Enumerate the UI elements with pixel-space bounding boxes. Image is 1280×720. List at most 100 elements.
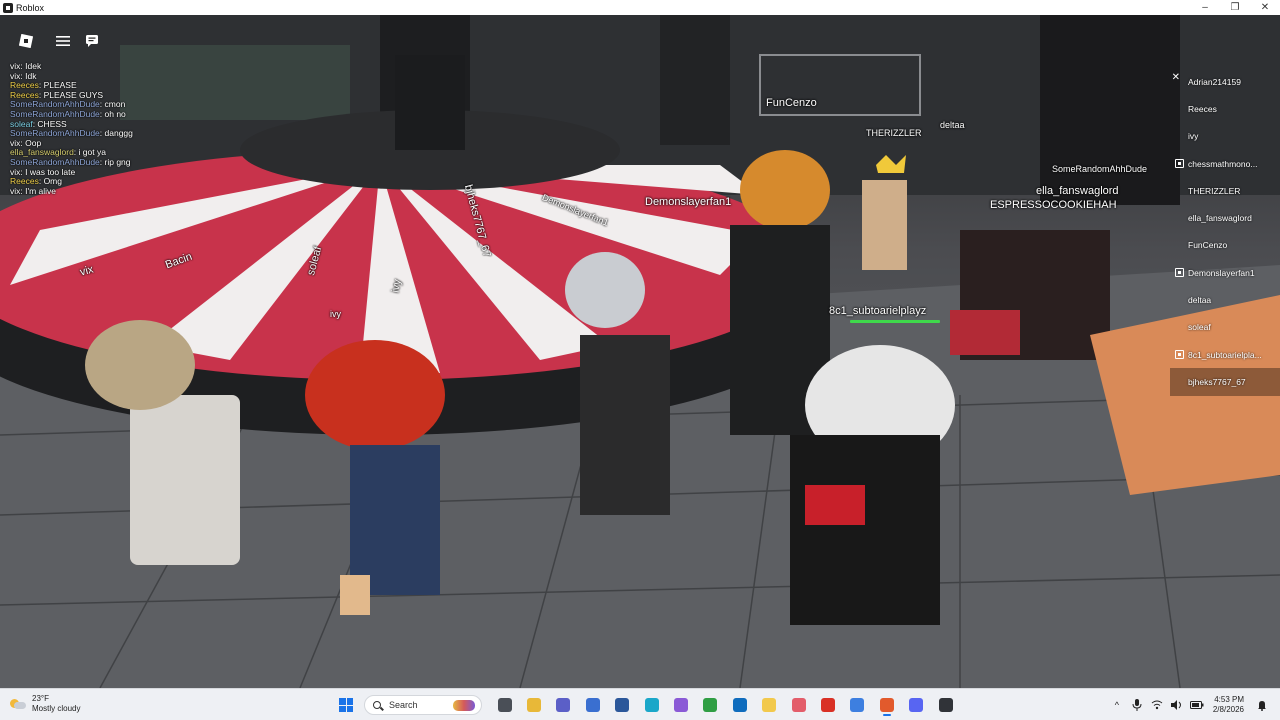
roblox-menu-button[interactable]: [14, 29, 38, 53]
chat-message-author[interactable]: Reeces: [10, 80, 39, 90]
minimize-button[interactable]: –: [1190, 0, 1220, 15]
playerlist-name: ella_fanswaglord: [1188, 213, 1252, 224]
taskbar-app-button[interactable]: [784, 693, 813, 717]
chat-message-text: PLEASE: [43, 80, 77, 91]
taskbar-app-button[interactable]: [637, 693, 666, 717]
playerlist-name: Demonslayerfan1: [1188, 267, 1255, 278]
playerlist-entry[interactable]: chessmathmono...: [1170, 150, 1280, 177]
taskbar-app-button[interactable]: [872, 693, 901, 717]
taskbar-app-button[interactable]: [519, 693, 548, 717]
word-icon: [615, 698, 630, 712]
playerlist-name: Adrian214159: [1188, 76, 1241, 87]
discord-icon: [909, 698, 924, 712]
chat-message-author[interactable]: vix: [10, 186, 20, 196]
playerlist-name: Reeces: [1188, 103, 1217, 114]
taskbar-app-button[interactable]: [931, 693, 960, 717]
edge-icon: [644, 698, 659, 712]
chat-message-author[interactable]: SomeRandomAhhDude: [10, 128, 100, 138]
copilot-icon: [674, 698, 689, 712]
taskbar-app-button[interactable]: [813, 693, 842, 717]
nametag-ivy: ivy: [330, 309, 341, 319]
roblox-logo-icon: [19, 34, 33, 48]
premium-member-icon: [1175, 158, 1184, 168]
playerlist-entry[interactable]: THERIZZLER: [1170, 177, 1280, 204]
taskbar-app-button[interactable]: [901, 693, 930, 717]
chat-message: SomeRandomAhhDude: danggg: [10, 128, 310, 139]
playerlist-entry[interactable]: deltaa: [1170, 286, 1280, 313]
playerlist-entry[interactable]: ivy: [1170, 123, 1280, 150]
playerlist-name: 8c1_subtoarielpla...: [1188, 349, 1262, 360]
chat-message-author[interactable]: vix: [10, 61, 20, 71]
nametag-ella: ella_fanswaglord: [1036, 185, 1119, 197]
hamburger-menu-icon: [56, 36, 70, 46]
chat-bubble-icon: [86, 35, 98, 47]
chevron-up-icon[interactable]: ^: [1107, 695, 1127, 715]
taskbar-app-button[interactable]: [490, 693, 519, 717]
board-center-post: [395, 55, 465, 150]
nametag-therizzler: THERIZZLER: [866, 128, 922, 138]
chat-message-author[interactable]: SomeRandomAhhDude: [10, 157, 100, 167]
nametag-subtoariel: 8c1_subtoarielplayz: [829, 305, 927, 317]
window-title: Roblox: [16, 2, 45, 13]
taskbar-app-button[interactable]: [608, 693, 637, 717]
battery-icon[interactable]: [1187, 695, 1207, 715]
chat-message-author[interactable]: ella_fanswaglord: [10, 147, 74, 158]
chat-message-author[interactable]: SomeRandomAhhDude: [10, 109, 100, 119]
playerlist-entry[interactable]: Adrian214159: [1170, 68, 1280, 95]
search-placeholder: Search: [389, 700, 418, 710]
google-icon: [820, 698, 835, 712]
chrome-icon: [703, 698, 718, 712]
notification-icon[interactable]: [1252, 695, 1272, 715]
partly-cloudy-icon: [10, 698, 26, 710]
chat-window[interactable]: vix: Idek vix: Idk Reeces: PLEASE Reeces: P…: [10, 61, 310, 197]
dark-column-right: [1040, 15, 1180, 205]
terminal-icon: [938, 698, 953, 712]
playerlist-name: deltaa: [1188, 295, 1212, 306]
nametag-deltaa: deltaa: [940, 120, 965, 130]
taskbar-clock[interactable]: 4:53 PM 2/8/2026: [1213, 695, 1244, 715]
playerlist-entry[interactable]: soleaf: [1170, 314, 1280, 341]
chat-message-author[interactable]: SomeRandomAhhDude: [10, 99, 100, 110]
playerlist-name: FunCenzo: [1188, 240, 1228, 251]
roblox-icon: [879, 698, 894, 712]
weather-desc: Mostly cloudy: [32, 704, 81, 713]
taskbar-app-button[interactable]: [549, 693, 578, 717]
start-button[interactable]: [336, 695, 356, 715]
playerlist-entry[interactable]: Reeces: [1170, 95, 1280, 122]
taskbar-app-button[interactable]: [666, 693, 695, 717]
microphone-icon[interactable]: [1127, 695, 1147, 715]
player-red-black: [950, 230, 1110, 360]
volume-icon[interactable]: [1167, 695, 1187, 715]
game-viewport[interactable]: bjheks7767_67 soleaf ivy Bacin vix Demon…: [0, 15, 1280, 688]
wifi-icon[interactable]: [1147, 695, 1167, 715]
chat-message-text: oh no: [104, 108, 126, 119]
chat-message-text: cmon: [104, 99, 126, 110]
search-icon: [373, 701, 381, 709]
chat-message-text: danggg: [104, 128, 133, 139]
clock-date: 2/8/2026: [1212, 705, 1244, 714]
chat-message-text: I'm alive: [25, 185, 57, 196]
chat-toggle-button[interactable]: [80, 29, 104, 53]
weather-widget[interactable]: 23°F Mostly cloudy: [10, 694, 80, 714]
chat-message-text: Idek: [25, 61, 42, 71]
taskbar-app-button[interactable]: [843, 693, 872, 717]
weather-temp: 23°F: [32, 694, 49, 703]
playerlist-entry[interactable]: ella_fanswaglord: [1170, 204, 1280, 231]
taskbar-apps: [490, 693, 960, 717]
hamburger-menu-button[interactable]: [51, 29, 75, 53]
taskbar-search[interactable]: Search: [364, 695, 482, 715]
playerlist-entry[interactable]: Demonslayerfan1: [1170, 259, 1280, 286]
taskbar-app-button[interactable]: [578, 693, 607, 717]
window-titlebar: Roblox – ❐ ✕: [0, 0, 1280, 15]
chat-message-author[interactable]: Reeces: [10, 176, 39, 186]
playerlist-entry[interactable]: 8c1_subtoarielpla...: [1170, 341, 1280, 368]
taskbar-app-button[interactable]: [755, 693, 784, 717]
taskbar-app-button[interactable]: [696, 693, 725, 717]
playerlist-entry[interactable]: bjheks7767_67: [1170, 368, 1280, 396]
chat-message: vix: I'm alive: [10, 185, 310, 197]
taskbar-app-button[interactable]: [725, 693, 754, 717]
maximize-button[interactable]: ❐: [1220, 0, 1250, 15]
close-window-button[interactable]: ✕: [1250, 0, 1280, 15]
playerlist-entry[interactable]: FunCenzo: [1170, 232, 1280, 259]
teams-icon: [556, 698, 571, 712]
